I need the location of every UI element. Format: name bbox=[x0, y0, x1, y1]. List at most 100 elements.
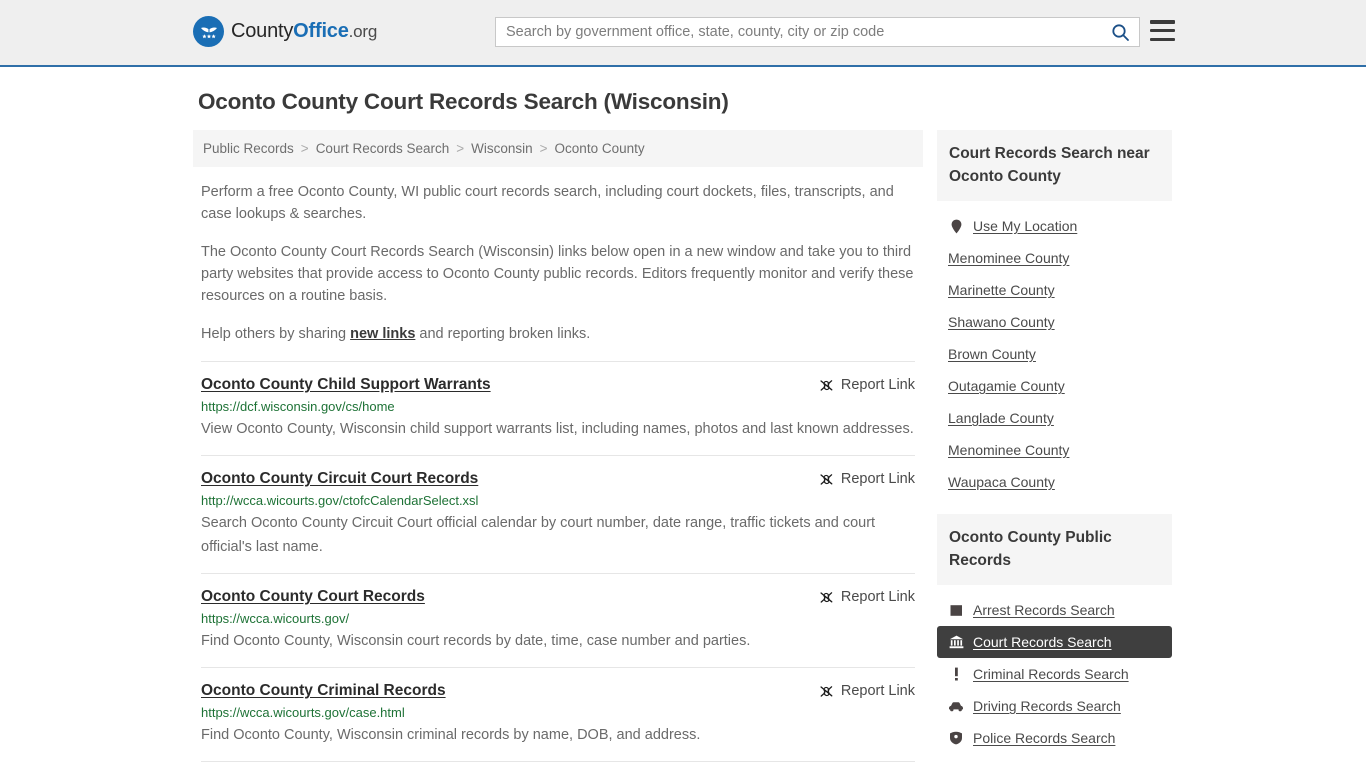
nearby-county-link[interactable]: Marinette County bbox=[948, 282, 1055, 298]
report-link-button[interactable]: Report Link bbox=[819, 588, 915, 605]
sidebar-link-driving-records[interactable]: Driving Records Search bbox=[973, 698, 1121, 714]
result-title-link[interactable]: Oconto County Circuit Court Records bbox=[201, 470, 478, 488]
report-link-button[interactable]: Report Link bbox=[819, 470, 915, 487]
nearby-county-link[interactable]: Outagamie County bbox=[948, 378, 1065, 394]
public-records-panel-list: Arrest Records Search Court Records Sear… bbox=[937, 585, 1172, 754]
breadcrumb-item-oconto-county[interactable]: Oconto County bbox=[555, 141, 645, 156]
search-button[interactable] bbox=[1101, 18, 1139, 46]
site-logo-text: CountyOffice.org bbox=[231, 20, 377, 43]
site-logo[interactable]: CountyOffice.org bbox=[193, 16, 377, 47]
result-header: Oconto County Circuit Court Records Repo… bbox=[201, 470, 915, 488]
intro-paragraph-1: Perform a free Oconto County, WI public … bbox=[201, 184, 894, 222]
sidebar-link-arrest-records[interactable]: Arrest Records Search bbox=[973, 602, 1115, 618]
sidebar-link-court-records[interactable]: Court Records Search bbox=[973, 634, 1112, 650]
page-title: Oconto County Court Records Search (Wisc… bbox=[198, 89, 729, 114]
result-title-link[interactable]: Oconto County Child Support Warrants bbox=[201, 376, 491, 394]
intro-p3-after: and reporting broken links. bbox=[415, 326, 591, 342]
report-link-label: Report Link bbox=[840, 377, 915, 393]
logo-word-office: Office bbox=[293, 20, 349, 42]
nearby-county-item[interactable]: Langlade County bbox=[937, 402, 1172, 434]
nearby-county-link[interactable]: Brown County bbox=[948, 346, 1036, 362]
content-columns: Public Records > Court Records Search > … bbox=[193, 130, 1173, 768]
sidebar: Court Records Search near Oconto County … bbox=[937, 130, 1172, 768]
new-links-link[interactable]: new links bbox=[350, 326, 415, 342]
sidebar-item-criminal-records[interactable]: Criminal Records Search bbox=[937, 658, 1172, 690]
courthouse-icon bbox=[948, 634, 964, 650]
nearby-county-item[interactable]: Marinette County bbox=[937, 274, 1172, 306]
result-description: Search Oconto County Circuit Court offic… bbox=[201, 515, 876, 555]
public-records-panel-header: Oconto County Public Records bbox=[937, 514, 1172, 585]
result-item: Oconto County Circuit Court Records Repo… bbox=[201, 455, 915, 573]
breadcrumb-item-public-records[interactable]: Public Records bbox=[203, 141, 294, 156]
result-item: Oconto County Child Support Warrants Rep… bbox=[201, 361, 915, 455]
result-title-link[interactable]: Oconto County Court Records bbox=[201, 588, 425, 606]
result-item: Oconto County Criminal Records Report Li… bbox=[201, 667, 915, 761]
nearby-county-link[interactable]: Shawano County bbox=[948, 314, 1055, 330]
report-link-label: Report Link bbox=[840, 589, 915, 605]
result-description: Find Oconto County, Wisconsin criminal r… bbox=[201, 727, 701, 743]
nearby-county-link[interactable]: Langlade County bbox=[948, 410, 1054, 426]
hamburger-bar bbox=[1150, 37, 1175, 41]
hamburger-bar bbox=[1150, 28, 1175, 33]
report-link-button[interactable]: Report Link bbox=[819, 682, 915, 699]
result-description: View Oconto County, Wisconsin child supp… bbox=[201, 421, 914, 437]
public-records-panel: Oconto County Public Records Arrest Reco… bbox=[937, 514, 1172, 754]
breadcrumb-item-court-records-search[interactable]: Court Records Search bbox=[316, 141, 450, 156]
nearby-county-item[interactable]: Menominee County bbox=[937, 434, 1172, 466]
hamburger-bar bbox=[1150, 20, 1175, 24]
nearby-county-link[interactable]: Waupaca County bbox=[948, 474, 1055, 490]
broken-link-icon bbox=[819, 684, 834, 699]
logo-word-county: County bbox=[231, 20, 294, 42]
result-item: Oconto County Probate Records Repo bbox=[201, 761, 915, 768]
sidebar-link-criminal-records[interactable]: Criminal Records Search bbox=[973, 666, 1129, 682]
result-description: Find Oconto County, Wisconsin court reco… bbox=[201, 633, 751, 649]
nearby-panel-header: Court Records Search near Oconto County bbox=[937, 130, 1172, 201]
use-my-location-item[interactable]: Use My Location bbox=[937, 210, 1172, 242]
intro-p3-before: Help others by sharing bbox=[201, 326, 351, 342]
car-icon bbox=[948, 698, 964, 714]
report-link-button[interactable]: Report Link bbox=[819, 376, 915, 393]
result-header: Oconto County Court Records Report Link bbox=[201, 588, 915, 606]
breadcrumb: Public Records > Court Records Search > … bbox=[193, 130, 923, 167]
nearby-county-item[interactable]: Outagamie County bbox=[937, 370, 1172, 402]
result-header: Oconto County Child Support Warrants Rep… bbox=[201, 376, 915, 394]
intro-paragraph-2: The Oconto County Court Records Search (… bbox=[201, 244, 914, 304]
broken-link-icon bbox=[819, 378, 834, 393]
search-bar bbox=[495, 17, 1140, 47]
nearby-county-item[interactable]: Shawano County bbox=[937, 306, 1172, 338]
use-my-location-link[interactable]: Use My Location bbox=[973, 218, 1077, 234]
nearby-county-item[interactable]: Brown County bbox=[937, 338, 1172, 370]
search-input[interactable] bbox=[496, 18, 1101, 46]
intro-section: Perform a free Oconto County, WI public … bbox=[193, 167, 923, 345]
result-url: https://wcca.wicourts.gov/ bbox=[201, 611, 350, 626]
result-title-link[interactable]: Oconto County Criminal Records bbox=[201, 682, 446, 700]
results-list: Oconto County Child Support Warrants Rep… bbox=[193, 361, 923, 768]
nearby-county-item[interactable]: Waupaca County bbox=[937, 466, 1172, 498]
nearby-panel: Court Records Search near Oconto County … bbox=[937, 130, 1172, 498]
nearby-county-item[interactable]: Menominee County bbox=[937, 242, 1172, 274]
nearby-county-link[interactable]: Menominee County bbox=[948, 250, 1069, 266]
broken-link-icon bbox=[819, 590, 834, 605]
logo-word-org: .org bbox=[348, 22, 378, 41]
result-url: https://dcf.wisconsin.gov/cs/home bbox=[201, 399, 395, 414]
breadcrumb-separator: > bbox=[456, 141, 465, 156]
sidebar-item-arrest-records[interactable]: Arrest Records Search bbox=[937, 594, 1172, 626]
breadcrumb-item-wisconsin[interactable]: Wisconsin bbox=[471, 141, 533, 156]
result-url: https://wcca.wicourts.gov/case.html bbox=[201, 705, 405, 720]
exclamation-icon bbox=[948, 666, 964, 682]
result-item: Oconto County Court Records Report Link … bbox=[201, 573, 915, 667]
sidebar-link-police-records[interactable]: Police Records Search bbox=[973, 730, 1115, 746]
fingerprint-icon bbox=[948, 602, 964, 618]
nearby-county-link[interactable]: Menominee County bbox=[948, 442, 1069, 458]
map-pin-icon bbox=[948, 218, 964, 234]
intro-paragraph-3: Help others by sharing new links and rep… bbox=[201, 323, 915, 345]
sidebar-item-driving-records[interactable]: Driving Records Search bbox=[937, 690, 1172, 722]
hamburger-menu-icon[interactable] bbox=[1150, 20, 1175, 41]
nearby-panel-list: Use My Location Menominee County Marinet… bbox=[937, 201, 1172, 498]
sidebar-item-court-records[interactable]: Court Records Search bbox=[937, 626, 1172, 658]
sidebar-item-police-records[interactable]: Police Records Search bbox=[937, 722, 1172, 754]
shield-icon bbox=[948, 730, 964, 746]
result-url: http://wcca.wicourts.gov/ctofcCalendarSe… bbox=[201, 493, 479, 508]
main-column: Public Records > Court Records Search > … bbox=[193, 130, 923, 768]
eagle-emblem-icon bbox=[193, 16, 224, 47]
